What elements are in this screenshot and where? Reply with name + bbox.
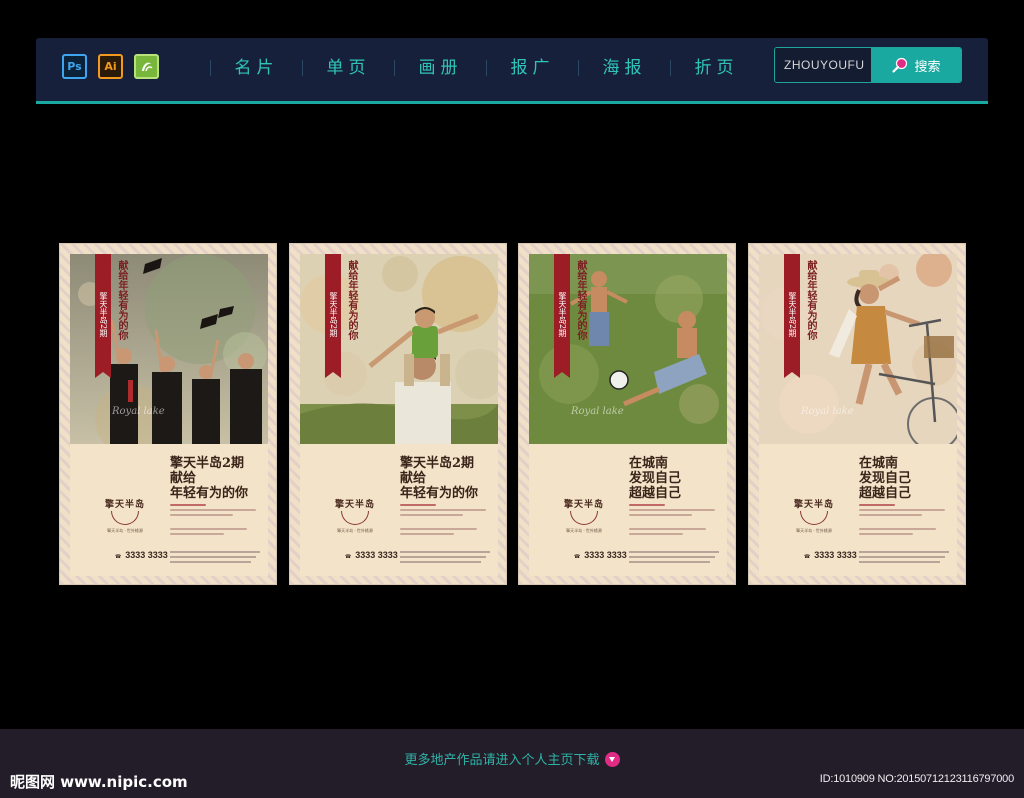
coreldraw-glyph	[142, 62, 153, 72]
nav-item-brochure[interactable]: 画册	[395, 54, 486, 82]
more-works-link[interactable]: 更多地产作品请进入个人主页下载	[0, 749, 1024, 768]
logo-text: 擎天半岛	[793, 500, 834, 510]
headline-line-1: 在城南	[859, 456, 899, 471]
headline-line-3: 年轻有为的你	[400, 486, 479, 501]
logo-subtitle: 擎天半岛 · 世外桃源	[566, 528, 602, 533]
poster-card-4[interactable]: 擎天半岛2期 献给年轻有为的你 Royal lake 在城南 发现自己 超越自己…	[748, 243, 966, 585]
poster-card-2[interactable]: 擎天半岛2期 献给年轻有为的你 擎天半岛2期 献给 年轻有为的你 擎天半岛 擎天…	[289, 243, 507, 585]
poster-fine-print	[859, 504, 949, 538]
nav-item-leaflet[interactable]: 折页	[671, 54, 762, 82]
poster-footer-text	[629, 551, 719, 566]
poster-phone: ☎ 3333 3333	[345, 550, 398, 560]
photoshop-icon[interactable]: Ps	[62, 54, 87, 79]
logo-ornament	[570, 511, 598, 525]
logo-subtitle: 擎天半岛 · 世外桃源	[337, 528, 373, 533]
search-box: 搜索	[774, 47, 962, 83]
illustrator-label: Ai	[104, 60, 117, 73]
top-nav-bar: Ps Ai 名片 单页 画册 报广 海报 折页 搜索	[36, 38, 988, 104]
coreldraw-icon[interactable]	[134, 54, 159, 79]
software-icons: Ps Ai	[62, 54, 159, 79]
nav-item-business-card[interactable]: 名片	[211, 54, 302, 82]
category-nav: 名片 单页 画册 报广 海报 折页	[210, 54, 762, 82]
poster-card-1[interactable]: 擎天半岛2期 献给年轻有为的你 Royal lake 擎天半岛2期 献给 年轻有…	[59, 243, 277, 585]
poster-body: 擎天半岛2期 献给年轻有为的你 Royal lake 擎天半岛2期 献给 年轻有…	[70, 254, 268, 576]
phone-number: 3333 3333	[125, 550, 168, 560]
logo-text: 擎天半岛	[563, 500, 604, 510]
poster-script-text: Royal lake	[112, 406, 165, 417]
poster-ribbon: 擎天半岛2期	[554, 254, 570, 378]
poster-phone: ☎ 3333 3333	[804, 550, 857, 560]
poster-ribbon: 擎天半岛2期	[784, 254, 800, 378]
poster-phone: ☎ 3333 3333	[115, 550, 168, 560]
illustrator-icon[interactable]: Ai	[98, 54, 123, 79]
headline-line-3: 年轻有为的你	[170, 486, 249, 501]
poster-body: 擎天半岛2期 献给年轻有为的你 擎天半岛2期 献给 年轻有为的你 擎天半岛 擎天…	[300, 254, 498, 576]
phone-number: 3333 3333	[355, 550, 398, 560]
poster-vertical-tagline: 献给年轻有为的你	[575, 260, 586, 340]
poster-ribbon: 擎天半岛2期	[325, 254, 341, 378]
poster-footer-text	[859, 551, 949, 566]
logo-ornament	[341, 511, 369, 525]
poster-logo: 擎天半岛 擎天半岛 · 世外桃源	[98, 497, 152, 534]
poster-footer-text	[400, 551, 490, 566]
poster-body: 擎天半岛2期 献给年轻有为的你 Royal lake 在城南 发现自己 超越自己…	[759, 254, 957, 576]
poster-headline: 擎天半岛2期 献给 年轻有为的你	[400, 456, 478, 501]
logo-ornament	[800, 511, 828, 525]
poster-script-text: Royal lake	[571, 406, 624, 417]
more-works-text: 更多地产作品请进入个人主页下载	[404, 753, 600, 768]
headline-line-1: 在城南	[629, 456, 669, 471]
poster-headline: 在城南 发现自己 超越自己	[859, 456, 911, 501]
poster-fine-print	[400, 504, 490, 538]
poster-phone: ☎ 3333 3333	[574, 550, 627, 560]
download-arrow-icon[interactable]	[604, 752, 620, 767]
poster-script-text: Royal lake	[801, 406, 854, 417]
poster-footer-text	[170, 551, 260, 566]
headline-line-2: 献给	[170, 471, 197, 486]
image-id-text: ID:1010909 NO:20150712123116797000	[819, 773, 1014, 785]
nav-item-print-ad[interactable]: 报广	[487, 54, 578, 82]
poster-vertical-tagline: 献给年轻有为的你	[116, 260, 127, 340]
search-button[interactable]: 搜索	[871, 48, 961, 82]
logo-text: 擎天半岛	[104, 500, 145, 510]
search-icon	[892, 57, 908, 73]
phone-number: 3333 3333	[584, 550, 627, 560]
poster-fine-print	[629, 504, 719, 538]
headline-line-2: 发现自己	[859, 471, 912, 486]
page-footer: 更多地产作品请进入个人主页下载 昵图网 www.nipic.com ID:101…	[0, 729, 1024, 798]
headline-line-3: 超越自己	[629, 486, 682, 501]
poster-logo: 擎天半岛 擎天半岛 · 世外桃源	[787, 497, 841, 534]
headline-line-1: 擎天半岛2期	[170, 456, 245, 471]
logo-subtitle: 擎天半岛 · 世外桃源	[107, 528, 143, 533]
nav-item-poster[interactable]: 海报	[579, 54, 670, 82]
poster-card-3[interactable]: 擎天半岛2期 献给年轻有为的你 Royal lake 在城南 发现自己 超越自己…	[518, 243, 736, 585]
poster-vertical-tagline: 献给年轻有为的你	[805, 260, 816, 340]
search-input[interactable]	[775, 48, 871, 82]
poster-vertical-tagline: 献给年轻有为的你	[346, 260, 357, 340]
poster-headline: 擎天半岛2期 献给 年轻有为的你	[170, 456, 248, 501]
poster-body: 擎天半岛2期 献给年轻有为的你 Royal lake 在城南 发现自己 超越自己…	[529, 254, 727, 576]
nav-item-flyer[interactable]: 单页	[303, 54, 394, 82]
poster-headline: 在城南 发现自己 超越自己	[629, 456, 681, 501]
headline-line-2: 发现自己	[629, 471, 682, 486]
headline-line-1: 擎天半岛2期	[400, 456, 475, 471]
logo-text: 擎天半岛	[334, 500, 375, 510]
search-button-label: 搜索	[914, 59, 941, 75]
logo-subtitle: 擎天半岛 · 世外桃源	[796, 528, 832, 533]
photoshop-label: Ps	[67, 60, 82, 73]
poster-logo: 擎天半岛 擎天半岛 · 世外桃源	[557, 497, 611, 534]
phone-number: 3333 3333	[814, 550, 857, 560]
poster-fine-print	[170, 504, 260, 538]
headline-line-3: 超越自己	[859, 486, 912, 501]
poster-ribbon: 擎天半岛2期	[95, 254, 111, 378]
site-watermark: 昵图网 www.nipic.com	[10, 773, 188, 791]
poster-logo: 擎天半岛 擎天半岛 · 世外桃源	[328, 497, 382, 534]
logo-ornament	[111, 511, 139, 525]
headline-line-2: 献给	[400, 471, 427, 486]
